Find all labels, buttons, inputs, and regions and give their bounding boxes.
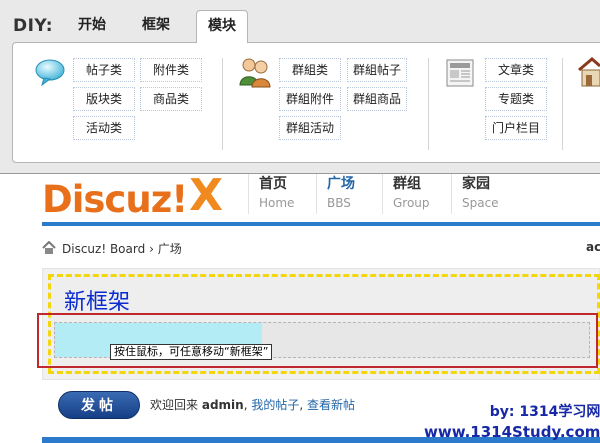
logo-text: Discuz! xyxy=(42,178,188,221)
username-link[interactable]: admin xyxy=(202,398,244,412)
watermark-line2: www.1314Study.com xyxy=(424,423,600,441)
frame-title[interactable]: 新框架 xyxy=(64,284,130,316)
module-item-attachment[interactable]: 附件类 xyxy=(140,58,202,82)
nav-label-cn: 群组 xyxy=(393,176,421,192)
module-item-group[interactable]: 群組类 xyxy=(279,58,341,82)
discuz-logo[interactable]: Discuz!X xyxy=(42,170,223,221)
module-item-group-thread[interactable]: 群組帖子 xyxy=(347,58,407,82)
module-item-activity[interactable]: 活动类 xyxy=(73,116,135,140)
module-item-forum[interactable]: 版块类 xyxy=(73,87,135,111)
diy-label: DIY: xyxy=(13,16,54,36)
nav-bar xyxy=(42,222,600,226)
breadcrumb: Discuz! Board › 广场 xyxy=(42,240,182,258)
watermark-line1: by: 1314学习网 xyxy=(489,404,600,420)
nav-label-cn: 广场 xyxy=(327,176,355,192)
module-item-topic[interactable]: 专题类 xyxy=(485,87,547,111)
nav-group[interactable]: 群组 Group xyxy=(382,174,430,214)
module-item-group-goods[interactable]: 群組商品 xyxy=(347,87,407,111)
module-item-group-activity[interactable]: 群組活动 xyxy=(279,116,341,140)
nav-label-en: Home xyxy=(259,196,295,210)
divider xyxy=(562,58,563,150)
module-item-portal-column[interactable]: 门户栏目 xyxy=(485,116,547,140)
module-item-article[interactable]: 文章类 xyxy=(485,58,547,82)
module-item-goods[interactable]: 商品类 xyxy=(140,87,202,111)
tab-module[interactable]: 模块 xyxy=(196,10,248,43)
nav-label-en: Space xyxy=(462,196,499,210)
breadcrumb-board[interactable]: Discuz! Board xyxy=(62,242,145,256)
home-icon[interactable] xyxy=(42,240,56,259)
welcome-comma-2: , xyxy=(299,398,304,412)
nav-label-cn: 家园 xyxy=(462,176,490,192)
view-new-link[interactable]: 查看新帖 xyxy=(307,398,355,412)
nav-label-cn: 首页 xyxy=(259,176,287,192)
welcome-bar: 欢迎回来 admin, 我的帖子, 查看新帖 xyxy=(150,396,355,413)
nav-space[interactable]: 家园 Space xyxy=(451,174,499,214)
diy-panel: DIY: 开始 框架 模块 帖子类 附件类 版块类 商品类 活动类 群組类 群組… xyxy=(0,0,600,174)
speech-bubble-icon xyxy=(34,58,66,89)
breadcrumb-current[interactable]: 广场 xyxy=(158,242,182,256)
breadcrumb-separator: › xyxy=(149,242,154,256)
drag-tooltip: 按住鼠标，可任意移动“新框架” xyxy=(110,344,273,360)
users-icon xyxy=(238,56,272,91)
module-item-group-attachment[interactable]: 群組附件 xyxy=(279,87,341,111)
post-button[interactable]: 发帖 xyxy=(58,391,140,419)
nav-home[interactable]: 首页 Home xyxy=(248,174,294,214)
newspaper-icon xyxy=(444,58,476,91)
welcome-comma: , xyxy=(243,398,248,412)
tab-start[interactable]: 开始 xyxy=(66,10,118,40)
breadcrumb-right-text: ac xyxy=(586,240,600,254)
nav-label-en: BBS xyxy=(327,196,351,210)
tab-frame[interactable]: 框架 xyxy=(130,10,182,40)
divider xyxy=(222,58,223,150)
watermark: by: 1314学习网 www.1314Study.com xyxy=(424,402,600,442)
house-icon xyxy=(578,56,600,91)
module-item-thread[interactable]: 帖子类 xyxy=(73,58,135,82)
nav-bbs[interactable]: 广场 BBS xyxy=(316,174,355,214)
divider xyxy=(428,58,429,150)
welcome-text: 欢迎回来 xyxy=(150,398,199,412)
nav-label-en: Group xyxy=(393,196,430,210)
my-threads-link[interactable]: 我的帖子 xyxy=(251,398,299,412)
logo-x: X xyxy=(189,170,223,221)
